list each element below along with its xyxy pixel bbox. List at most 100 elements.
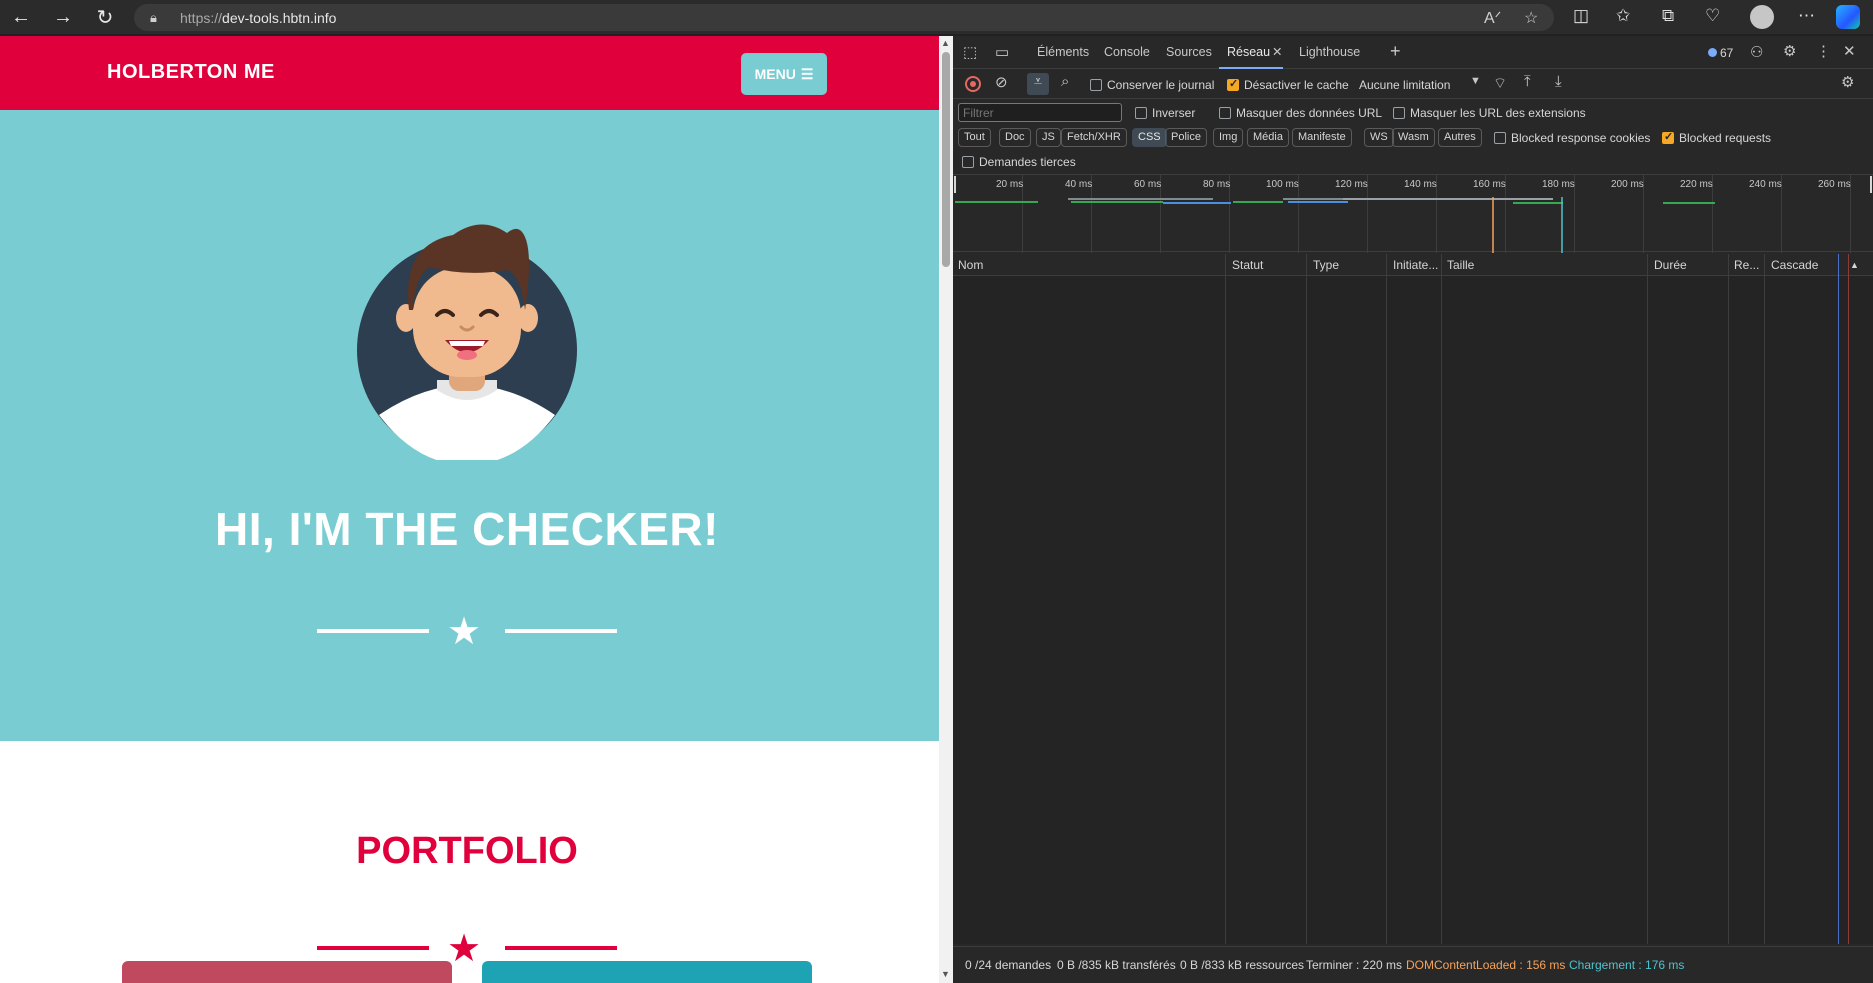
- column-waterfall[interactable]: Cascade: [1771, 258, 1818, 272]
- customize-icon[interactable]: ⚇: [1750, 43, 1763, 61]
- favorite-star-icon[interactable]: ☆: [1524, 8, 1538, 28]
- type-filter-doc[interactable]: Doc: [999, 128, 1031, 147]
- hero-title: HI, I'M THE CHECKER!: [215, 503, 719, 555]
- type-filter-font[interactable]: Police: [1165, 128, 1207, 147]
- chevron-down-icon[interactable]: ▼: [1470, 75, 1481, 87]
- tab-network[interactable]: Réseau: [1227, 45, 1270, 59]
- type-filter-media[interactable]: Média: [1247, 128, 1289, 147]
- requests-count: 0 /24 demandes: [965, 958, 1052, 972]
- import-har-icon[interactable]: ⤒: [1524, 73, 1531, 90]
- scrollbar-thumb[interactable]: [942, 52, 950, 267]
- filter-input[interactable]: [958, 103, 1122, 122]
- resources-size: 0 B /833 kB ressources: [1180, 958, 1305, 972]
- menu-button[interactable]: MENU ☰: [741, 53, 827, 95]
- browser-essentials-icon[interactable]: ♡: [1705, 6, 1720, 26]
- clear-icon[interactable]: ⊘: [995, 73, 1008, 91]
- column-initiator[interactable]: Initiate...: [1393, 258, 1438, 272]
- disable-cache-checkbox[interactable]: Désactiver le cache: [1227, 77, 1349, 92]
- tab-sources[interactable]: Sources: [1166, 45, 1212, 59]
- blocked-response-cookies-checkbox[interactable]: Blocked response cookies: [1494, 131, 1650, 145]
- back-icon[interactable]: ←: [0, 0, 42, 34]
- type-filter-wasm[interactable]: Wasm: [1392, 128, 1435, 147]
- column-duration[interactable]: Durée: [1654, 258, 1687, 272]
- timeline-overview[interactable]: 20 ms 40 ms 60 ms 80 ms 100 ms 120 ms 14…: [953, 174, 1873, 253]
- third-party-checkbox[interactable]: Demandes tierces: [962, 155, 1076, 169]
- finish-time: Terminer : 220 ms: [1306, 958, 1403, 972]
- column-divider: [1441, 254, 1442, 944]
- hide-extension-urls-checkbox[interactable]: Masquer les URL des extensions: [1393, 106, 1586, 120]
- column-type[interactable]: Type: [1313, 258, 1339, 272]
- checkbox-box[interactable]: [1135, 107, 1147, 119]
- type-filter-img[interactable]: Img: [1213, 128, 1244, 147]
- inspect-element-icon[interactable]: ⬚: [963, 43, 977, 61]
- scroll-down-icon[interactable]: ▼: [941, 969, 950, 979]
- column-size[interactable]: Taille: [1447, 258, 1474, 272]
- load-time: Chargement : 176 ms: [1569, 958, 1685, 972]
- portfolio-card[interactable]: [482, 961, 812, 983]
- throttling-select[interactable]: Aucune limitation: [1359, 78, 1450, 92]
- page-scrollbar[interactable]: ▲ ▼: [939, 36, 953, 983]
- filter-icon[interactable]: ⩡: [1027, 73, 1049, 95]
- more-options-icon[interactable]: ⋮: [1816, 42, 1831, 60]
- read-aloud-icon[interactable]: Aᐟ: [1484, 8, 1501, 28]
- network-settings-icon[interactable]: ⚙: [1841, 73, 1854, 91]
- profile-avatar[interactable]: [1750, 5, 1774, 29]
- settings-gear-icon[interactable]: ⚙: [1783, 42, 1796, 60]
- checkbox-box[interactable]: [1494, 132, 1506, 144]
- tab-lighthouse[interactable]: Lighthouse: [1299, 45, 1360, 59]
- type-filter-js[interactable]: JS: [1036, 128, 1061, 147]
- column-response[interactable]: Re...: [1734, 258, 1759, 272]
- preserve-log-checkbox[interactable]: Conserver le journal: [1090, 78, 1214, 92]
- type-filter-css[interactable]: CSS: [1132, 128, 1167, 147]
- copilot-icon[interactable]: [1836, 5, 1860, 29]
- favorites-icon[interactable]: ✩: [1616, 6, 1630, 26]
- column-status[interactable]: Statut: [1232, 258, 1263, 272]
- type-filter-fetch-xhr[interactable]: Fetch/XHR: [1061, 128, 1127, 147]
- checkbox-box[interactable]: [1219, 107, 1231, 119]
- star-icon: ★: [447, 928, 482, 970]
- checkbox-box[interactable]: [1227, 77, 1239, 91]
- split-screen-icon[interactable]: ◫: [1573, 6, 1589, 26]
- url-text[interactable]: https://dev-tools.hbtn.info: [180, 10, 336, 26]
- checkbox-box[interactable]: [1393, 107, 1405, 119]
- reload-icon[interactable]: ↻: [84, 0, 126, 34]
- invert-checkbox[interactable]: Inverser: [1135, 106, 1195, 120]
- collections-icon[interactable]: ⧉: [1662, 6, 1674, 26]
- type-filter-manifest[interactable]: Manifeste: [1292, 128, 1352, 147]
- portfolio-card[interactable]: [122, 961, 452, 983]
- type-filter-other[interactable]: Autres: [1438, 128, 1482, 147]
- type-filter-all[interactable]: Tout: [958, 128, 991, 147]
- request-table-header: Nom Statut Type Initiate... Taille Durée…: [953, 254, 1873, 276]
- throttling-value: Aucune limitation: [1359, 78, 1451, 92]
- divider-line-right: [505, 946, 617, 950]
- network-conditions-icon[interactable]: ⌔: [1493, 74, 1507, 93]
- checkbox-box[interactable]: [962, 156, 974, 168]
- forward-icon[interactable]: →: [42, 0, 84, 34]
- request-table[interactable]: [953, 276, 1873, 944]
- type-filter-row: Tout Doc JS Fetch/XHR CSS Police Img Méd…: [953, 126, 1873, 150]
- issues-icon: [1708, 48, 1717, 57]
- address-bar[interactable]: 🔒︎ https://dev-tools.hbtn.info Aᐟ ☆: [134, 4, 1554, 31]
- tab-console[interactable]: Console: [1104, 45, 1150, 59]
- type-filter-ws[interactable]: WS: [1364, 128, 1394, 147]
- device-emulation-icon[interactable]: ▭: [995, 43, 1009, 61]
- add-tab-icon[interactable]: +: [1390, 41, 1401, 62]
- tab-elements[interactable]: Éléments: [1037, 45, 1089, 59]
- column-name[interactable]: Nom: [958, 258, 983, 272]
- menu-label: MENU: [754, 66, 796, 82]
- checkbox-box[interactable]: [1090, 79, 1102, 91]
- close-devtools-icon[interactable]: ✕: [1843, 42, 1856, 60]
- hero-divider: ★: [317, 613, 617, 651]
- export-har-icon[interactable]: ⤓: [1555, 73, 1562, 90]
- more-menu-icon[interactable]: ⋯: [1798, 6, 1815, 26]
- scroll-up-icon[interactable]: ▲: [941, 38, 950, 48]
- checkbox-box[interactable]: [1662, 130, 1674, 144]
- record-icon[interactable]: [965, 76, 981, 92]
- site-brand[interactable]: HOLBERTON ME: [107, 61, 275, 84]
- blocked-requests-checkbox[interactable]: Blocked requests: [1662, 130, 1771, 145]
- hide-data-urls-checkbox[interactable]: Masquer des données URL: [1219, 106, 1382, 120]
- search-icon[interactable]: ⌕: [1061, 73, 1069, 90]
- close-tab-icon[interactable]: ✕: [1272, 44, 1282, 59]
- issues-counter[interactable]: 67: [1708, 46, 1733, 60]
- sort-ascending-icon[interactable]: ▲: [1850, 260, 1859, 270]
